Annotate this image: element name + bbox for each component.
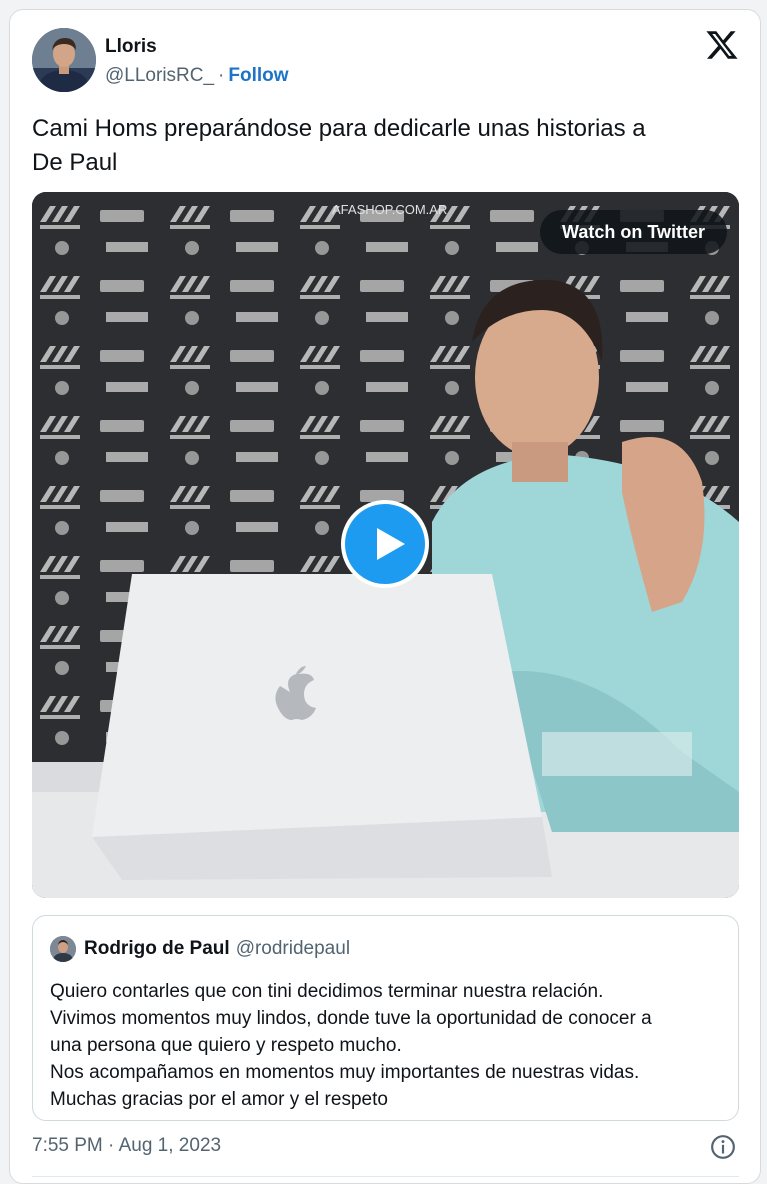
quoted-text-line: Vivimos momentos muy lindos, donde tuve … bbox=[50, 1008, 652, 1029]
quoted-tweet[interactable]: Rodrigo de Paul @rodridepaul Quiero conta… bbox=[32, 915, 739, 1121]
tweet-card: Lloris @LLorisRC_ · Follow Cami Homs prepa… bbox=[9, 9, 761, 1184]
follow-button[interactable]: Follow bbox=[228, 65, 288, 86]
play-icon bbox=[377, 528, 405, 560]
author-name[interactable]: Lloris bbox=[105, 36, 157, 58]
quoted-author-name[interactable]: Rodrigo de Paul bbox=[84, 938, 230, 959]
play-button[interactable] bbox=[341, 500, 429, 588]
quoted-header: Rodrigo de Paul @rodridepaul bbox=[84, 938, 350, 960]
quoted-text: Quiero contarles que con tini decidimos … bbox=[50, 978, 730, 1113]
quoted-text-line: Nos acompañamos en momentos muy importan… bbox=[50, 1062, 640, 1083]
tweet-text-line: Cami Homs preparándose para dedicarle un… bbox=[32, 115, 646, 142]
quoted-text-line: Muchas gracias por el amor y el respeto bbox=[50, 1089, 388, 1110]
author-handle[interactable]: @LLorisRC_ bbox=[105, 65, 214, 86]
video-player[interactable]: AFASHOP.COM.AR Watch on Twitter bbox=[32, 192, 739, 898]
tweet-timestamp[interactable]: 7:55 PM · Aug 1, 2023 bbox=[32, 1135, 221, 1157]
quoted-author-avatar[interactable] bbox=[50, 936, 76, 962]
quoted-text-line: una persona que quiero y respeto mucho. bbox=[50, 1035, 402, 1056]
info-icon[interactable] bbox=[710, 1134, 736, 1160]
quoted-author-handle[interactable]: @rodridepaul bbox=[236, 938, 350, 959]
watch-on-twitter-button[interactable]: Watch on Twitter bbox=[540, 210, 727, 254]
author-handle-row: @LLorisRC_ · Follow bbox=[105, 65, 289, 87]
tweet-text: Cami Homs preparándose para dedicarle un… bbox=[32, 112, 732, 180]
tweet-text-line: De Paul bbox=[32, 149, 118, 176]
author-avatar[interactable] bbox=[32, 28, 96, 92]
svg-text:AFASHOP.COM.AR: AFASHOP.COM.AR bbox=[332, 202, 447, 217]
quoted-text-line: Quiero contarles que con tini decidimos … bbox=[50, 981, 604, 1002]
separator-dot: · bbox=[218, 65, 225, 86]
divider bbox=[32, 1176, 739, 1177]
x-logo-icon[interactable] bbox=[705, 28, 739, 62]
